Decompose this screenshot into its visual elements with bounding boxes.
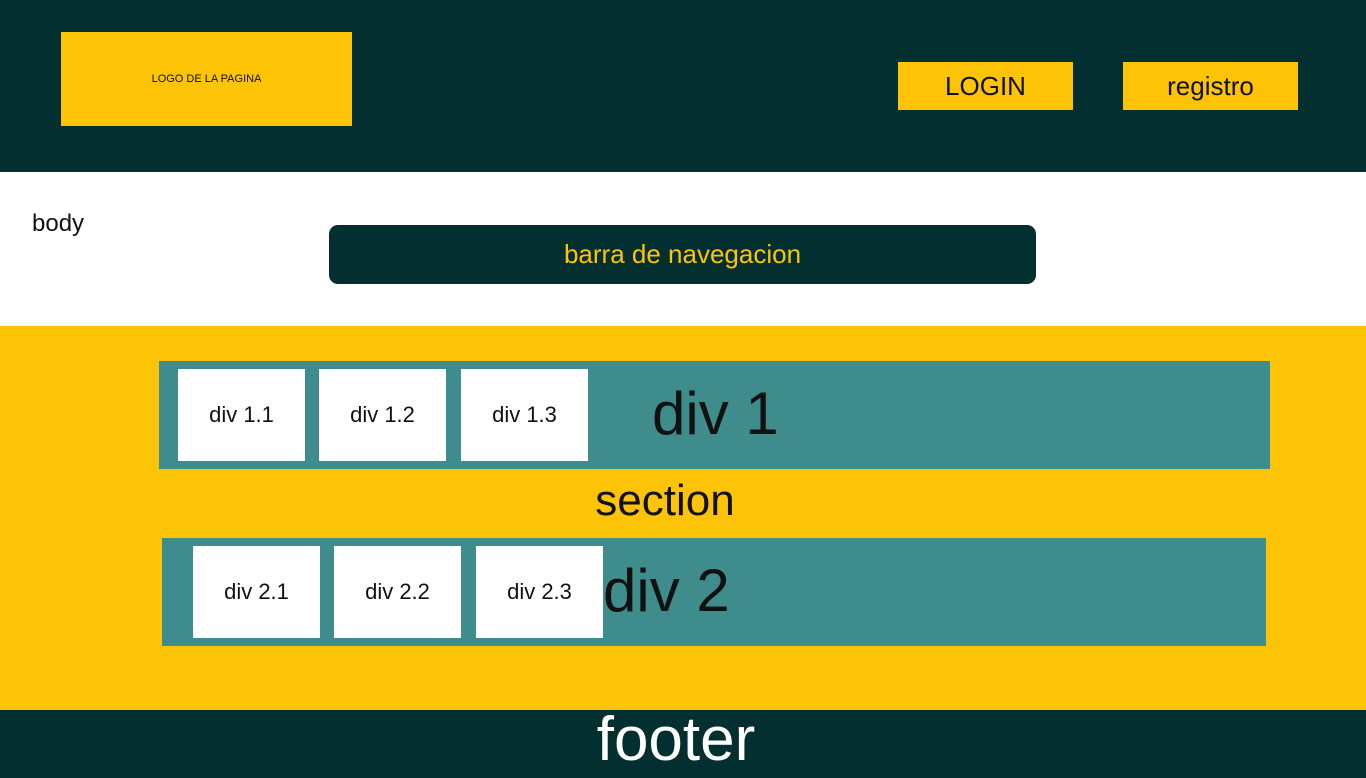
- navigation-bar[interactable]: barra de navegacion: [329, 225, 1036, 284]
- div-2: div 2.1 div 2.2 div 2.3 div 2: [162, 538, 1266, 646]
- login-label: LOGIN: [945, 70, 1026, 101]
- div-1-label: div 1: [652, 380, 779, 447]
- navigation-bar-label: barra de navegacion: [563, 239, 802, 269]
- main-section: div 1.1 div 1.2 div 1.3 div 1 section di…: [0, 326, 1366, 710]
- div-2-3: div 2.3: [476, 546, 603, 638]
- div-1-2-label: div 1.2: [350, 402, 415, 427]
- div-2-label: div 2: [603, 557, 730, 624]
- page-logo[interactable]: LOGO DE LA PAGINA: [61, 32, 352, 126]
- div-2-2: div 2.2: [334, 546, 461, 638]
- div-1-1-label: div 1.1: [209, 402, 274, 427]
- div-1-3-label: div 1.3: [492, 402, 557, 427]
- logo-text: LOGO DE LA PAGINA: [151, 73, 262, 85]
- div-1-3: div 1.3: [461, 369, 588, 461]
- section-label: section: [595, 476, 735, 525]
- page-footer: footer: [0, 710, 1366, 778]
- div-2-1: div 2.1: [193, 546, 320, 638]
- div-2-3-label: div 2.3: [507, 579, 572, 604]
- footer-label: footer: [596, 710, 756, 774]
- registro-label: registro: [1167, 70, 1254, 101]
- page-header: LOGO DE LA PAGINA LOGIN registro: [0, 0, 1366, 172]
- div-1-2: div 1.2: [319, 369, 446, 461]
- div-2-2-label: div 2.2: [365, 579, 430, 604]
- body-label: body: [32, 210, 85, 237]
- login-button[interactable]: LOGIN: [898, 62, 1073, 110]
- registro-button[interactable]: registro: [1123, 62, 1298, 110]
- div-2-1-label: div 2.1: [224, 579, 289, 604]
- div-1-1: div 1.1: [178, 369, 305, 461]
- div-1: div 1.1 div 1.2 div 1.3 div 1: [159, 361, 1270, 469]
